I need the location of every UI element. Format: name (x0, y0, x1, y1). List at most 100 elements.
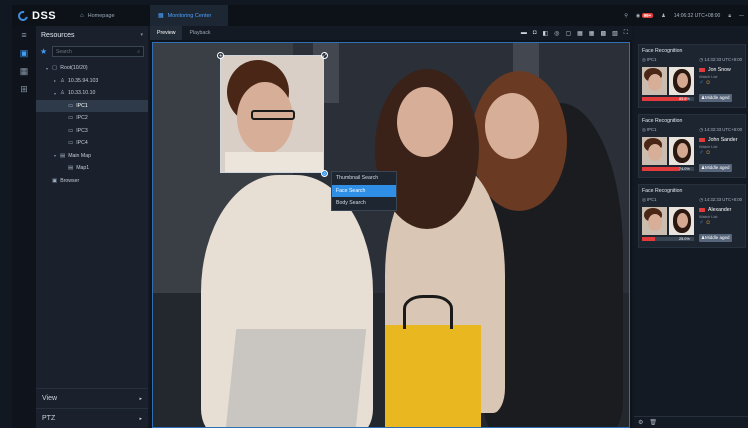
alarm-icon[interactable]: ◉ 99+ (636, 12, 654, 19)
time-label: ◷ 14:32:33 UTC+8:00 (699, 197, 742, 202)
layout-icon[interactable]: ▦ (12, 62, 36, 80)
name-row: John Sander (699, 137, 745, 143)
person-right-face (485, 93, 539, 159)
grid-icon: ▦ (158, 13, 164, 19)
tab-playback[interactable]: Playback (182, 26, 217, 40)
record-icon[interactable]: ◘ (533, 30, 537, 36)
menu-item-face-search[interactable]: Face Search (332, 184, 396, 197)
male-icon: ♂ (699, 80, 704, 86)
stream-icon[interactable]: ◎ (554, 30, 559, 37)
list-name: Watch List (699, 214, 718, 219)
favorite-star-icon[interactable]: ★ (40, 47, 52, 56)
tree-item[interactable]: ▾ ♙ 10.33.10.10 (36, 87, 148, 100)
tree-item-label: IPC2 (76, 115, 88, 122)
smile-icon: ☺ (705, 220, 712, 226)
face-box-add-icon[interactable]: + (217, 52, 224, 59)
tree-item[interactable]: ▾ ▤ Main Map (36, 150, 148, 163)
view-section[interactable]: View ▸ (36, 388, 148, 408)
chevron-down-icon[interactable]: ▾ (140, 32, 143, 38)
matched-face-thumbnail[interactable] (669, 137, 694, 165)
tab-homepage[interactable]: ⌂ Homepage (72, 5, 150, 26)
resources-panel: Resources ▾ ★ Search ⌕ ▾ ▢ Root(10/20) ▸ ♙ 10… (36, 26, 148, 428)
face-recognition-card[interactable]: Face Recognition ◎ IPC1 ◷ 14:32:33 UTC+8:0… (638, 184, 746, 248)
device-icon: ♙ (60, 90, 65, 97)
person-name: John Sander (708, 137, 738, 143)
person-info: Jon Snow Watch List ♂ ☺ ♟Middle aged (699, 67, 745, 104)
captured-face-thumbnail[interactable] (642, 207, 667, 235)
card-meta: ◎ IPC1 ◷ 14:32:33 UTC+8:00 (639, 54, 745, 63)
captured-face-thumbnail[interactable] (642, 67, 667, 95)
resources-header[interactable]: Resources ▾ (36, 26, 148, 44)
layout-16-icon[interactable]: ▩ (600, 30, 606, 37)
tree-item-label: 10.33.10.10 (67, 90, 96, 97)
capture-time: 14:32:33 UTC+8:00 (704, 127, 742, 132)
name-row: Jon Snow (699, 67, 745, 73)
menu-item-thumbnail-search[interactable]: Thumbnail Search (332, 172, 396, 185)
lock-icon[interactable]: 🔒︎ (728, 13, 731, 19)
view-label: View (42, 395, 58, 402)
face-recognition-card[interactable]: Face Recognition ◎ IPC1 ◷ 14:32:33 UTC+8:0… (638, 114, 746, 178)
age-badge: ♟Middle aged (699, 94, 732, 102)
pin-icon[interactable]: ⚲ (624, 13, 628, 19)
search-context-menu: Thumbnail Search Face Search Body Search (331, 171, 397, 211)
tree-item[interactable]: ▣ Browser (36, 175, 148, 188)
menu-item-body-search[interactable]: Body Search (332, 197, 396, 210)
tab-monitoring-center[interactable]: ▦ Monitoring Center (150, 5, 228, 26)
tab-monitoring-center-label: Monitoring Center (167, 12, 212, 19)
layout-4-icon[interactable]: ▦ (577, 30, 583, 37)
similarity-score: 85.6% (679, 96, 690, 101)
search-input[interactable]: Search ⌕ (52, 46, 144, 57)
person-name: Alexander (708, 207, 732, 213)
split-icon[interactable]: ◧ (543, 30, 549, 37)
age-label: Middle aged (705, 95, 730, 100)
tree-item[interactable]: ▾ ▢ Root(10/20) (36, 62, 148, 75)
layout-9-icon[interactable]: ▦ (589, 30, 595, 37)
channel-label: ◎ IPC1 (642, 57, 657, 62)
settings-icon[interactable]: ⚙ (638, 419, 643, 426)
tree-item[interactable]: ▸ ♙ 10.35.94.103 (36, 75, 148, 88)
live-video-window[interactable]: + ⤢ ⌕ Thumbnail Search Face Search Body … (152, 42, 630, 428)
face-recognition-card[interactable]: Face Recognition ◎ IPC1 ◷ 14:32:33 UTC+8:0… (638, 44, 746, 108)
male-icon: ♂ (699, 220, 704, 226)
face-detection-box[interactable] (220, 55, 324, 173)
recognition-panel: Face Recognition ◎ IPC1 ◷ 14:32:33 UTC+8:0… (634, 26, 748, 428)
menu-icon[interactable]: ≡ (12, 26, 36, 44)
delete-icon[interactable]: 🗑︎ (649, 419, 657, 426)
tree-item[interactable]: ▭ IPC2 (36, 112, 148, 125)
tree-item-label: Map1 (76, 165, 90, 172)
fullscreen-icon[interactable]: ⛶ (624, 30, 628, 37)
minimize-icon[interactable]: — (739, 13, 744, 19)
matched-face-thumbnail[interactable] (669, 207, 694, 235)
captured-face-thumbnail[interactable] (642, 137, 667, 165)
app-logo: DSS (12, 8, 72, 23)
video-toolbar: ▬ ◘ ◧ ◎ ▢ ▦ ▦ ▩ ▧ ⛶ (515, 26, 628, 40)
watchlist-flag-icon (699, 138, 705, 142)
card-title: Face Recognition (642, 188, 683, 194)
glasses (251, 110, 295, 120)
attribute-icons: ♂ ☺ (699, 150, 745, 156)
user-icon[interactable]: ♟ (661, 13, 665, 19)
capture-time: 14:32:33 UTC+8:00 (704, 57, 742, 62)
search-icon[interactable]: ⌕ (137, 49, 140, 55)
tour-icon[interactable]: ⊞ (12, 80, 36, 98)
snapshot-icon[interactable]: ▬ (521, 30, 527, 36)
card-meta: ◎ IPC1 ◷ 14:32:33 UTC+8:00 (639, 194, 745, 203)
face-box-resize-icon[interactable]: ⤢ (321, 52, 328, 59)
tree-item[interactable]: ▭ IPC4 (36, 137, 148, 150)
face-box-search-icon[interactable]: ⌕ (321, 170, 328, 177)
window-icon[interactable]: ▢ (565, 30, 571, 37)
white-shopping-bag (225, 329, 367, 427)
datetime: 14:06:32 UTC+08:00 (673, 12, 721, 19)
name-row: Alexander (699, 207, 745, 213)
resources-icon[interactable]: ▣ (12, 44, 36, 62)
person-name: Jon Snow (708, 67, 731, 73)
tree-item[interactable]: ▤ Map1 (36, 162, 148, 175)
tree-item[interactable]: ▭ IPC3 (36, 125, 148, 138)
layout-custom-icon[interactable]: ▧ (612, 30, 618, 37)
list-name: Watch List (699, 144, 718, 149)
tab-preview[interactable]: Preview (150, 26, 183, 40)
matched-face-thumbnail[interactable] (669, 67, 694, 95)
search-placeholder: Search (56, 48, 72, 55)
ptz-section[interactable]: PTZ ▸ (36, 408, 148, 428)
tree-item[interactable]: ▭ IPC1 (36, 99, 148, 112)
